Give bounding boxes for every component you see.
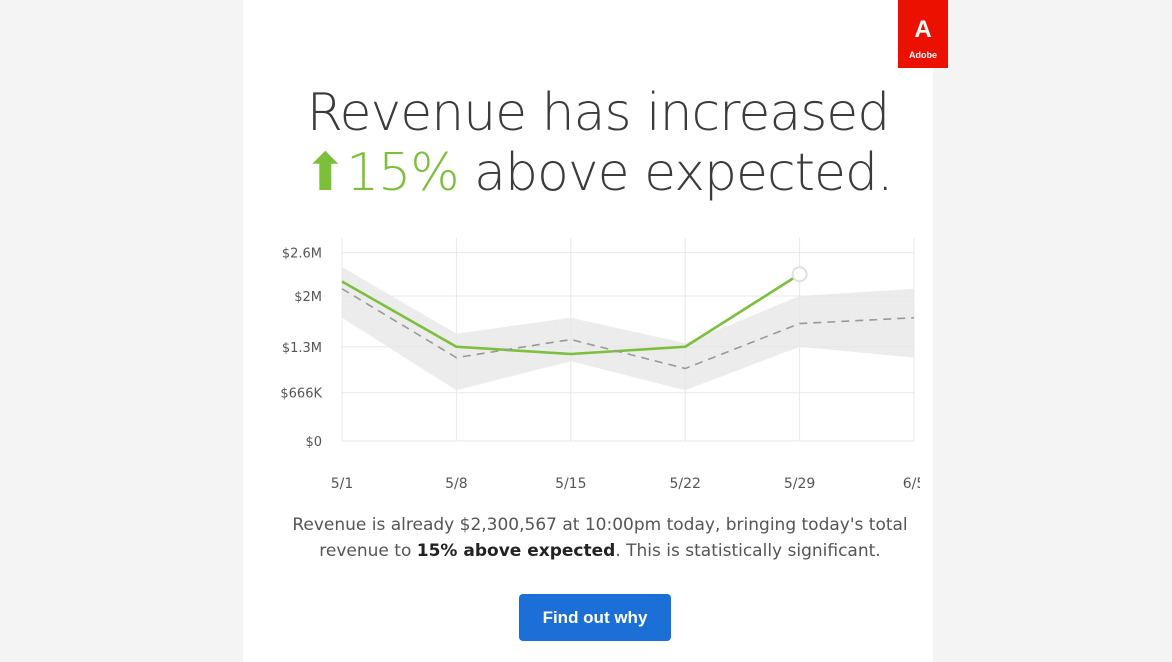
headline-percent: 15% bbox=[346, 143, 460, 203]
y-tick-label: $666K bbox=[280, 387, 322, 402]
x-tick-label: 5/1 bbox=[331, 476, 354, 492]
summary-text: Revenue is already $2,300,567 at 10:00pm… bbox=[270, 512, 930, 564]
y-tick-label: $2M bbox=[294, 290, 322, 305]
x-tick-label: 5/15 bbox=[555, 476, 586, 492]
headline-line-2: ⬆15% above expected. bbox=[243, 143, 953, 203]
y-tick-label: $0 bbox=[305, 435, 322, 450]
current-value-marker bbox=[791, 266, 808, 283]
summary-part-2: . This is statistically significant. bbox=[615, 541, 881, 561]
find-out-why-button[interactable]: Find out why bbox=[519, 594, 671, 641]
revenue-chart: $0 $666K $1.3M $2M $2.6M 5/1 5/8 5/15 5/22 5/29 6/… bbox=[280, 238, 920, 492]
summary-bold: 15% above expected bbox=[416, 541, 616, 561]
x-tick-label: 5/8 bbox=[445, 476, 468, 492]
adobe-logo-mark: A bbox=[914, 16, 932, 43]
y-tick-label: $2.6M bbox=[282, 247, 322, 262]
adobe-logo: A Adobe bbox=[898, 0, 948, 68]
up-arrow-icon: ⬆ bbox=[303, 143, 347, 203]
headline-line-1: Revenue has increased bbox=[306, 83, 891, 143]
y-tick-label: $1.3M bbox=[282, 341, 322, 356]
headline-rest: above expected. bbox=[458, 143, 893, 203]
expected-range-band bbox=[342, 267, 914, 391]
x-tick-label: 6/5 bbox=[903, 476, 920, 492]
adobe-logo-text: Adobe bbox=[909, 50, 937, 60]
x-tick-label: 5/22 bbox=[669, 476, 700, 492]
x-tick-label: 5/29 bbox=[784, 476, 815, 492]
